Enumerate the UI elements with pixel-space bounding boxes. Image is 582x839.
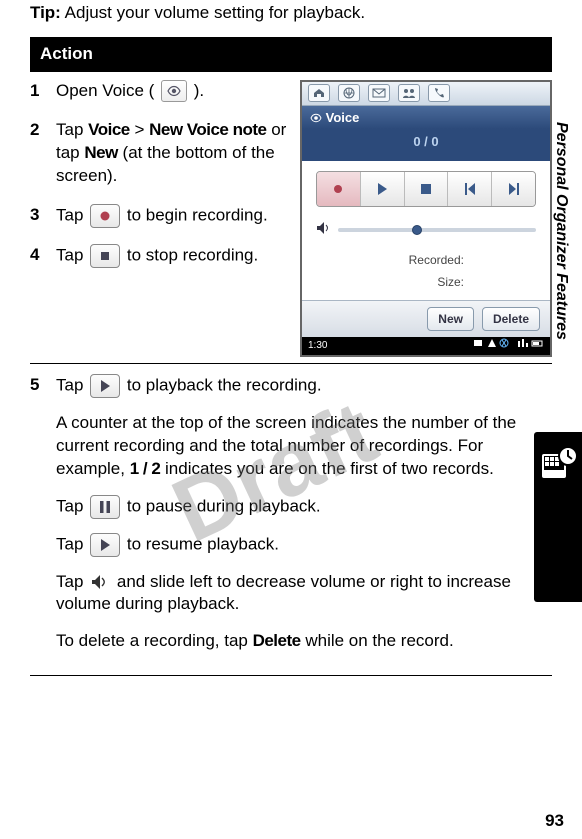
volume-icon bbox=[90, 571, 110, 593]
s5-p4b: to resume playback. bbox=[127, 534, 279, 553]
s5-p1b: to playback the recording. bbox=[127, 375, 322, 394]
play-icon bbox=[90, 533, 120, 557]
phone-status-bar: 1:30 bbox=[302, 337, 550, 355]
label-voice: Voice bbox=[88, 120, 130, 139]
speaker-icon bbox=[316, 221, 332, 239]
bottom-separator bbox=[30, 675, 552, 676]
step-4-a: Tap bbox=[56, 245, 88, 264]
stop-icon bbox=[90, 244, 120, 268]
record-button[interactable] bbox=[317, 172, 361, 206]
phone-icon[interactable] bbox=[428, 84, 450, 102]
clock: 1:30 bbox=[308, 339, 327, 353]
step-number: 5 bbox=[30, 374, 46, 658]
s5-p3b: to pause during playback. bbox=[127, 496, 321, 515]
status-icons bbox=[474, 338, 544, 353]
tip-text: Adjust your volume setting for playback. bbox=[65, 3, 365, 22]
prev-button[interactable] bbox=[448, 172, 492, 206]
step-4: 4 Tap to stop recording. bbox=[30, 244, 290, 268]
transport-bar bbox=[316, 171, 536, 207]
step-number: 4 bbox=[30, 244, 46, 268]
organizer-badge-icon bbox=[538, 442, 578, 482]
phone-title-text: Voice bbox=[326, 110, 360, 125]
phone-bottombar: New Delete bbox=[302, 300, 550, 337]
step-2-tap: Tap bbox=[56, 120, 88, 139]
step-1-text-a: Open Voice ( bbox=[56, 81, 154, 100]
play-icon bbox=[90, 374, 120, 398]
size-label: Size: bbox=[384, 274, 464, 290]
globe-icon[interactable] bbox=[338, 84, 360, 102]
tip-label: Tip: bbox=[30, 3, 61, 22]
phone-counter: 0 / 0 bbox=[302, 129, 550, 161]
step-number: 3 bbox=[30, 204, 46, 228]
stop-button[interactable] bbox=[405, 172, 449, 206]
s5-p4a: Tap bbox=[56, 534, 88, 553]
side-badge bbox=[534, 432, 582, 602]
step-number: 2 bbox=[30, 119, 46, 188]
s5-p6b: while on the record. bbox=[301, 631, 454, 650]
voice-app-icon bbox=[161, 80, 187, 102]
step-2: 2 Tap Voice > New Voice note or tap New … bbox=[30, 119, 290, 188]
pause-icon bbox=[90, 495, 120, 519]
label-new-voice-note: New Voice note bbox=[149, 120, 266, 139]
section-side-label-text: Personal Organizer Features bbox=[550, 122, 572, 340]
tip-line: Tip: Adjust your volume setting for play… bbox=[30, 2, 552, 25]
s5-p2b: indicates you are on the first of two re… bbox=[160, 459, 494, 478]
volume-slider-row bbox=[316, 221, 536, 239]
home-icon[interactable] bbox=[308, 84, 330, 102]
volume-knob[interactable] bbox=[412, 225, 422, 235]
contacts-icon[interactable] bbox=[398, 84, 420, 102]
play-button[interactable] bbox=[361, 172, 405, 206]
step-1-text-b: ). bbox=[194, 81, 204, 100]
s5-p5b: and slide left to decrease volume or rig… bbox=[56, 572, 511, 614]
new-button[interactable]: New bbox=[427, 307, 474, 331]
label-new: New bbox=[84, 143, 117, 162]
label-delete: Delete bbox=[253, 631, 301, 650]
phone-topbar bbox=[302, 82, 550, 106]
phone-canvas: Recorded: Size: bbox=[302, 161, 550, 300]
size-row: Size: bbox=[316, 271, 536, 293]
step-5: 5 Tap to playback the recording. A count… bbox=[30, 374, 552, 658]
phone-screenshot: Voice 0 / 0 Recorded: Size: N bbox=[300, 80, 552, 357]
step-4-b: to stop recording. bbox=[127, 245, 258, 264]
step-number: 1 bbox=[30, 80, 46, 103]
volume-slider[interactable] bbox=[338, 228, 536, 232]
step-3-a: Tap bbox=[56, 205, 88, 224]
record-icon bbox=[90, 204, 120, 228]
next-button[interactable] bbox=[492, 172, 535, 206]
gt: > bbox=[130, 120, 149, 139]
s5-p1a: Tap bbox=[56, 375, 88, 394]
delete-button[interactable]: Delete bbox=[482, 307, 540, 331]
action-header: Action bbox=[30, 37, 552, 72]
step-1: 1 Open Voice ( ). bbox=[30, 80, 290, 103]
mail-icon[interactable] bbox=[368, 84, 390, 102]
page-number: 93 bbox=[545, 810, 564, 833]
label-1-2: 1 / 2 bbox=[130, 459, 161, 478]
s5-p5a: Tap bbox=[56, 572, 88, 591]
separator bbox=[30, 363, 552, 364]
step-3-b: to begin recording. bbox=[127, 205, 268, 224]
phone-title: Voice bbox=[302, 106, 550, 130]
recorded-label: Recorded: bbox=[384, 252, 464, 268]
s5-p6a: To delete a recording, tap bbox=[56, 631, 253, 650]
recorded-row: Recorded: bbox=[316, 249, 536, 271]
s5-p3a: Tap bbox=[56, 496, 88, 515]
step-3: 3 Tap to begin recording. bbox=[30, 204, 290, 228]
